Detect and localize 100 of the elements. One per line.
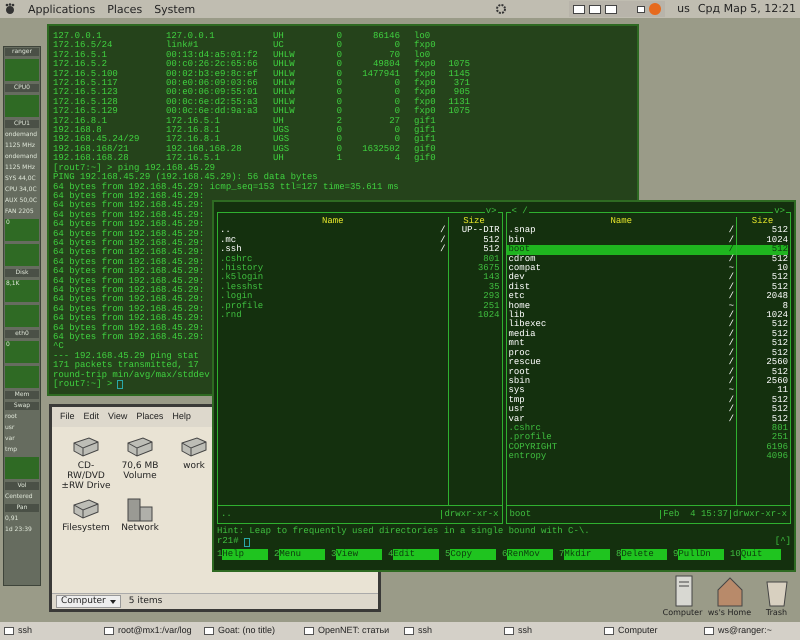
window-icon[interactable] <box>573 4 586 14</box>
window-icon[interactable] <box>605 4 618 14</box>
file-row[interactable]: bin / <box>506 236 736 246</box>
route-refs: 0 <box>336 88 342 98</box>
file-row[interactable]: .ssh / <box>218 245 448 255</box>
status-permissions: drwxr-xr-x <box>730 510 787 520</box>
file-row[interactable]: lib / <box>506 311 736 320</box>
file-row[interactable]: .cshrc <box>506 424 736 434</box>
file-row[interactable]: .history <box>218 264 448 274</box>
column-header[interactable]: Name <box>508 217 734 226</box>
file-row[interactable]: sys ~ <box>506 386 736 396</box>
terminal-line: 64 bytes from 192.168.45.29: <box>53 210 204 220</box>
gear-icon[interactable] <box>495 3 508 15</box>
location-dropdown[interactable]: Computer <box>56 595 121 608</box>
status-name: boot <box>510 510 532 520</box>
file-row[interactable]: .profile <box>218 302 448 312</box>
taskbar-button[interactable]: Computer <box>600 623 700 639</box>
file-size: 35 <box>488 282 500 292</box>
panel-menu[interactable]: Places <box>107 4 142 14</box>
file-row[interactable]: dev / <box>506 273 736 283</box>
file-row[interactable]: .. / <box>218 226 448 236</box>
panel-menu[interactable]: Applications <box>28 4 96 14</box>
file-row[interactable]: .rnd <box>218 311 448 320</box>
terminal-line: 64 bytes from 192.168.45.29: <box>53 295 204 304</box>
route-destination: 127.0.0.1 <box>53 32 102 41</box>
file-row[interactable]: .k5login <box>218 273 448 283</box>
file-row[interactable]: etc / <box>506 292 736 302</box>
icon-label[interactable]: Filesystem <box>62 522 110 532</box>
taskbar-button[interactable]: Goat: (no title) <box>200 623 300 639</box>
icon-label[interactable]: CD-RW/DVD ±RW Drive <box>60 460 112 490</box>
window-icon[interactable] <box>589 4 602 14</box>
hint-line: Hint: Leap to frequently used directories in a single bound with C-\. <box>217 527 590 536</box>
route-destination: 172.16.5.2 <box>53 60 108 70</box>
file-size: 2560 <box>765 376 788 386</box>
file-row[interactable]: .mc / <box>218 236 448 246</box>
desktop-icon-label[interactable]: ws's Home <box>708 608 752 617</box>
icon-label[interactable]: work <box>183 460 205 470</box>
route-use: 1632502 <box>361 144 400 154</box>
file-row[interactable]: entropy <box>506 452 736 462</box>
route-destination: 192.168.8 <box>53 126 102 136</box>
file-row[interactable]: cdrom / <box>506 254 736 264</box>
window-icon[interactable] <box>637 6 646 12</box>
route-refs: 0 <box>336 79 342 88</box>
file-row[interactable]: rescue / <box>506 358 736 368</box>
column-header[interactable]: Size <box>737 217 788 226</box>
file-size: 512 <box>770 405 788 415</box>
file-row[interactable]: .login <box>218 292 448 302</box>
taskbar-button[interactable]: ssh <box>0 623 100 639</box>
file-row[interactable]: usr / <box>506 405 736 415</box>
file-row[interactable]: media / <box>506 330 736 340</box>
icon-label[interactable]: Network <box>121 522 159 532</box>
column-header[interactable]: Size <box>448 217 500 226</box>
menu-item[interactable]: File <box>60 410 75 424</box>
file-row[interactable]: home ~ <box>506 302 736 312</box>
menu-item[interactable]: Places <box>136 410 164 424</box>
route-refs: 0 <box>336 126 342 136</box>
route-gateway: 127.0.0.1 <box>166 32 216 41</box>
desktop-icon-label[interactable]: Trash <box>766 608 788 617</box>
route-expire: 905 <box>452 88 470 98</box>
file-row[interactable]: .profile <box>506 433 736 443</box>
panel-menu[interactable]: System <box>154 4 196 14</box>
column-header[interactable]: Name <box>220 217 446 226</box>
taskbar-button[interactable]: ws@ranger:~ <box>700 623 800 639</box>
keyboard-layout[interactable]: us <box>677 0 690 18</box>
file-row[interactable]: libexec / <box>506 320 736 330</box>
terminal-line: [rout7:~] > ping 192.168.45.29 <box>53 164 216 173</box>
terminal-line: 64 bytes from 192.168.45.29: <box>53 258 204 267</box>
file-row[interactable]: .cshrc <box>218 254 448 264</box>
monitor-graph <box>5 244 39 266</box>
taskbar-button[interactable]: root@mx1:/var/log <box>100 623 200 639</box>
desktop-icon-label[interactable]: Computer <box>662 608 702 617</box>
taskbar-button[interactable]: OpenNET: статьи <box>300 623 400 639</box>
route-gateway: 172.16.8.1 <box>166 126 222 136</box>
taskbar-button[interactable]: ssh <box>500 623 600 639</box>
file-row[interactable]: .snap / <box>506 226 736 236</box>
menu-item[interactable]: Edit <box>84 410 100 424</box>
file-row[interactable]: sbin / <box>506 376 736 386</box>
file-row[interactable]: COPYRIGHT <box>506 442 736 452</box>
terminal-line: 64 bytes from 192.168.45.29: <box>53 267 204 276</box>
file-row[interactable]: proc / <box>506 348 736 358</box>
route-gateway: 172.16.8.1 <box>166 135 222 145</box>
icon-label[interactable]: 70,6 MB Volume <box>114 460 166 480</box>
file-row[interactable]: boot / <box>506 245 736 255</box>
file-row[interactable]: root / <box>506 368 736 377</box>
menu-item[interactable]: View <box>108 410 128 424</box>
file-row[interactable]: tmp / <box>506 396 736 406</box>
route-flags: UH <box>273 116 285 126</box>
file-size: 512 <box>770 414 788 424</box>
taskbar-button[interactable]: ssh <box>400 623 500 639</box>
terminal-line: 64 bytes from 192.168.45.29: <box>53 248 204 258</box>
file-row[interactable]: compat ~ <box>506 264 736 274</box>
route-flags: UH <box>273 32 285 41</box>
file-row[interactable]: .lesshst <box>218 282 448 292</box>
file-row[interactable]: var / <box>506 414 736 424</box>
scroll-indicator: [^] <box>774 537 791 547</box>
clock[interactable]: Срд Мар 5, 12:21 <box>698 0 796 18</box>
file-row[interactable]: mnt / <box>506 339 736 349</box>
file-row[interactable]: dist / <box>506 282 736 292</box>
menu-item[interactable]: Help <box>172 410 191 424</box>
file-size: 293 <box>482 292 500 302</box>
